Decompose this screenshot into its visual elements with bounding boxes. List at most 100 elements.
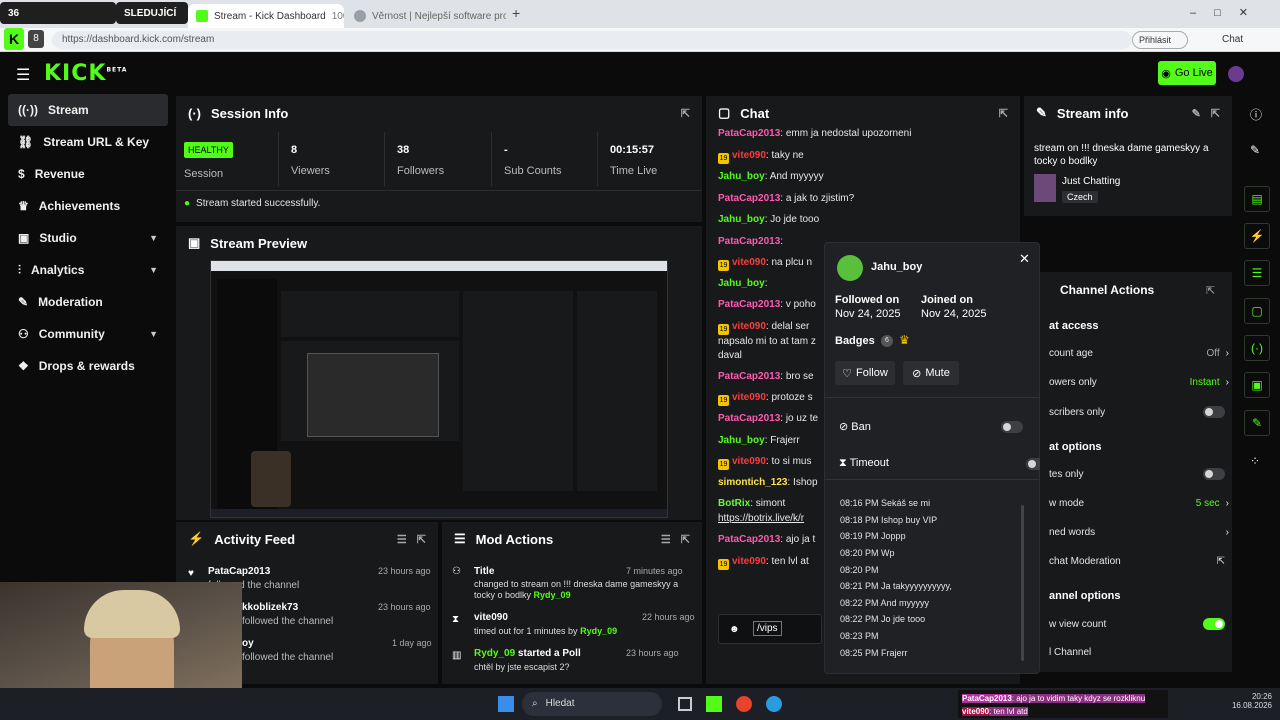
follow-button[interactable]: ♡ Follow [835,361,895,385]
app-taskbar-icon[interactable] [736,696,752,712]
popout-icon[interactable]: ⇱ [417,533,426,546]
popout-icon[interactable]: ⇱ [1211,107,1220,120]
activity-user[interactable]: kkoblizek73 [242,602,298,613]
sidebar-item-label: Community [38,327,105,341]
rail-mod-actions-icon[interactable]: ☰ [1244,260,1270,286]
go-live-button[interactable]: ◉ Go Live [1158,61,1216,85]
pencil-icon[interactable]: ✎ [1250,143,1260,157]
chat-username[interactable]: Jahu_boy [718,214,765,225]
slow-mode-row[interactable]: w mode 5 sec › [1049,498,1229,509]
info-icon[interactable]: ⓘ [1250,106,1262,123]
popout-icon[interactable]: ⇱ [681,533,690,546]
ban-toggle[interactable] [1001,421,1023,433]
chat-input[interactable]: ☻ /vips [718,614,822,644]
sidebar-item-analytics[interactable]: ⫶ Analytics ▼ [8,254,168,286]
rail-session-icon[interactable]: ▤ [1244,186,1270,212]
taskbar-search[interactable]: ⌕ Hledat [522,692,662,716]
start-icon[interactable] [498,696,514,712]
host-channel-row[interactable]: l Channel [1049,647,1229,658]
mod-action-title[interactable]: vite090 [474,612,508,623]
popout-icon[interactable]: ⇱ [1206,284,1215,297]
sidebar-item-studio[interactable]: ▣ Studio ▼ [8,222,168,254]
chat-username[interactable]: PataCap2013 [718,236,780,247]
mod-action-by[interactable]: Rydy_09 [580,626,617,636]
stream-preview-video[interactable] [210,260,668,518]
followers-only-row[interactable]: owers only Instant › [1049,377,1229,388]
browser-tab[interactable]: SLEDUJÍCÍ [116,2,188,24]
chat-username[interactable]: simontich_123 [718,477,787,488]
popout-icon[interactable]: ⇱ [681,107,690,120]
mod-action-text-body: timed out for 1 minutes by [474,626,578,636]
mod-action-by[interactable]: Rydy_09 [534,590,571,600]
sidebar-item-drops-rewards[interactable]: ❖ Drops & rewards [8,350,168,382]
sidebar-item-moderation[interactable]: ✎ Moderation [8,286,168,318]
edge-taskbar-icon[interactable] [766,696,782,712]
account-age-row[interactable]: count age Off › [1049,348,1229,359]
ai-chat-moderation-row[interactable]: chat Moderation ⇱ [1049,556,1229,567]
layout-icon[interactable]: ⁘ [1250,454,1260,468]
edit-icon[interactable]: ✎ [1192,107,1201,120]
activity-user[interactable]: oy [242,638,254,649]
chat-text: simont [755,498,786,509]
chat-username[interactable]: Jahu_boy [718,435,765,446]
preview-taskbar [211,509,667,517]
chat-text[interactable]: https://botrix.live/k/r [718,513,804,524]
kick-logo[interactable]: KICKBETA [44,61,127,86]
kick-taskbar-icon[interactable] [706,696,722,712]
rail-wrench-icon[interactable]: ✎ [1244,410,1270,436]
sidebar-item-revenue[interactable]: $ Revenue [8,158,168,190]
filter-icon[interactable]: ☰ [661,533,671,546]
emote-picker-icon[interactable]: ☻ [729,624,740,635]
avatar[interactable] [1228,66,1244,82]
browser-tab[interactable]: 36 [0,2,116,24]
filter-icon[interactable]: ☰ [397,533,407,546]
signin-button[interactable]: Přihlásit [1132,31,1188,49]
chat-username[interactable]: Jahu_boy [718,278,765,289]
rail-preview-icon[interactable]: ▣ [1244,372,1270,398]
chat-username[interactable]: vite090 [732,392,766,403]
chat-username[interactable]: PataCap2013 [718,299,780,310]
category-name[interactable]: Just Chatting [1062,176,1120,187]
chat-username[interactable]: vite090 [732,321,766,332]
popout-icon[interactable]: ⇱ [999,107,1008,120]
chat-username[interactable]: PataCap2013 [718,534,780,545]
copilot-chat-button[interactable]: Chat [1222,34,1243,45]
chat-username[interactable]: PataCap2013 [718,371,780,382]
sidebar-item-community[interactable]: ⚇ Community ▼ [8,318,168,350]
kick-extension-icon[interactable]: K [4,28,24,50]
new-tab-icon[interactable]: + [512,5,520,21]
rail-activity-icon[interactable]: ⚡ [1244,223,1270,249]
close-icon[interactable]: ✕ [1019,251,1030,267]
banned-words-row[interactable]: ned words › [1049,527,1229,538]
sidebar-item-stream[interactable]: ((·)) Stream [8,94,168,126]
chat-username[interactable]: PataCap2013 [718,193,780,204]
chat-username[interactable]: BotRix [718,498,750,509]
mute-button[interactable]: ⊘ Mute [903,361,959,385]
rail-chat-icon[interactable]: ▢ [1244,298,1270,324]
chat-username[interactable]: PataCap2013 [718,413,780,424]
extension-icon[interactable]: 8 [28,30,44,48]
mod-action-user[interactable]: Rydy_09 [474,648,515,659]
hamburger-menu-icon[interactable]: ☰ [16,65,30,85]
clock[interactable]: 20:26 16.08.2026 [1220,692,1272,710]
browser-tab[interactable]: Věrnost | Nejlepší software pro vyle [346,4,506,28]
chat-username[interactable]: vite090 [732,456,766,467]
activity-user[interactable]: PataCap2013 [208,566,270,577]
chat-username[interactable]: vite090 [732,257,766,268]
sidebar-item-achievements[interactable]: ♛ Achievements [8,190,168,222]
chat-username[interactable]: vite090 [732,150,766,161]
browser-tab-active[interactable]: Stream - Kick Dashboard 100 ✕ [188,4,344,28]
url-field[interactable]: https://dashboard.kick.com/stream [52,31,1132,49]
sidebar-item-stream-url-key[interactable]: ⛓ Stream URL & Key [8,126,168,158]
chat-username[interactable]: vite090 [732,556,766,567]
file-explorer-icon[interactable] [678,697,692,711]
chat-username[interactable]: Jahu_boy [718,171,765,182]
user-card-username[interactable]: Jahu_boy [871,261,922,273]
emotes-only-toggle[interactable] [1203,468,1225,480]
show-view-count-toggle[interactable] [1203,618,1225,630]
window-controls[interactable]: –□✕ [1190,6,1266,19]
rail-signal-icon[interactable]: (·) [1244,335,1270,361]
history-scrollbar[interactable] [1021,505,1024,661]
subscribers-only-toggle[interactable] [1203,406,1225,418]
chat-username[interactable]: PataCap2013 [718,128,780,139]
